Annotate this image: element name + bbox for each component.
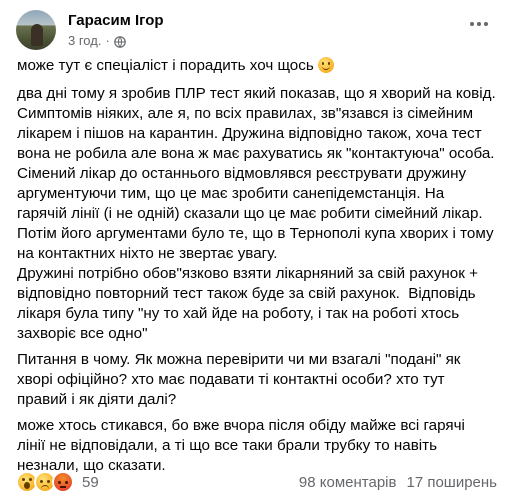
more-options-icon[interactable] [465,10,493,38]
post-time[interactable]: 3 год. [68,32,101,49]
comments-count-link[interactable]: 98 коментарів [299,474,397,491]
avatar[interactable] [16,10,56,50]
reactions-summary[interactable]: 59 [16,471,99,493]
reaction-count: 59 [82,473,99,491]
author-name[interactable]: Гарасим Ігор [68,11,164,30]
post-footer: 59 98 коментарів 17 поширень [16,470,497,494]
angry-reaction-icon [52,471,74,493]
post-header: Гарасим Ігор 3 год. · [16,8,497,52]
shares-count-link[interactable]: 17 поширень [406,474,497,491]
post-paragraph: може хтось стикався, бо вже вчора після … [17,417,470,474]
post-subline: 3 год. · [68,32,164,49]
post-body: може тут є спеціаліст і порадить хоч щос… [17,56,497,482]
post-paragraph: Питання в чому. Як можна перевірити чи м… [17,351,465,408]
facebook-post: Гарасим Ігор 3 год. · може тут є спеціал… [0,0,509,501]
smiling-face-emoji-icon [317,57,334,73]
globe-icon [113,35,126,48]
paragraph-text: може тут є спеціаліст і порадить хоч щос… [17,57,314,74]
separator-dot: · [105,33,110,48]
post-paragraph: може тут є спеціаліст і порадить хоч щос… [17,56,497,76]
post-stats: 98 коментарів 17 поширень [289,474,497,491]
post-meta: Гарасим Ігор 3 год. · [68,11,164,49]
post-paragraph: два дні тому я зробив ПЛР тест який пока… [17,85,496,342]
